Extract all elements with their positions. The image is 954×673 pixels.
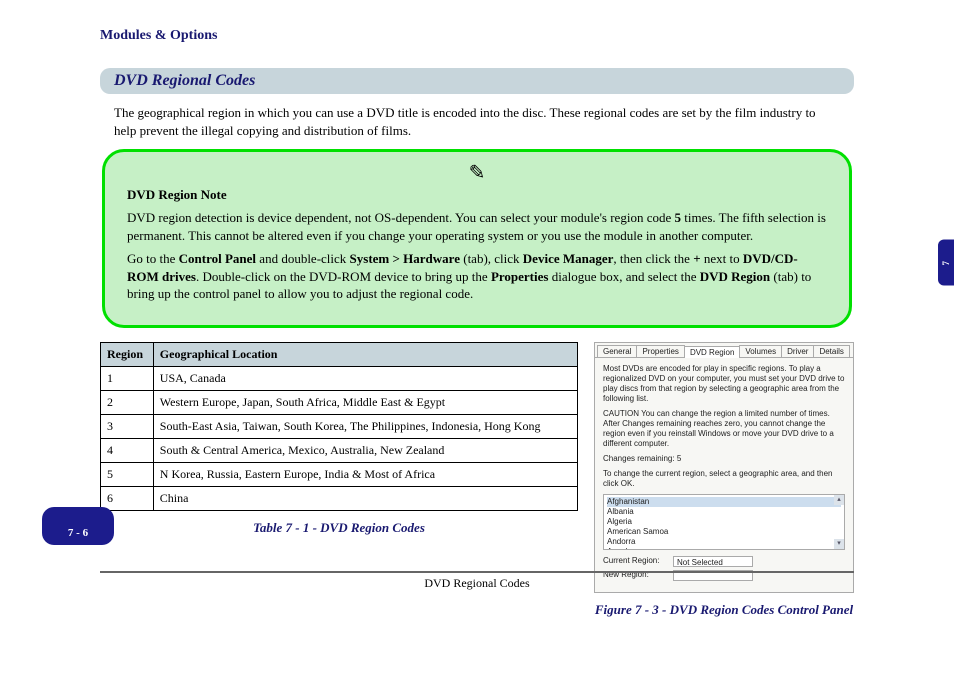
table-cell: 1	[101, 366, 154, 390]
note-paragraph-2: Go to the Control Panel and double-click…	[127, 250, 827, 303]
table-row: 4South & Central America, Mexico, Austra…	[101, 438, 578, 462]
current-region-label: Current Region:	[603, 556, 673, 566]
footer-text: DVD Regional Codes	[0, 576, 954, 591]
list-item[interactable]: American Samoa	[607, 527, 841, 537]
table-row: 2Western Europe, Japan, South Africa, Mi…	[101, 390, 578, 414]
table-row: 5N Korea, Russia, Eastern Europe, India …	[101, 462, 578, 486]
list-item[interactable]: Algeria	[607, 517, 841, 527]
dialog-tab[interactable]: Details	[813, 345, 849, 357]
footer-divider	[100, 571, 854, 573]
dialog-paragraph-1: Most DVDs are encoded for play in specif…	[603, 364, 845, 404]
table-row: 1USA, Canada	[101, 366, 578, 390]
current-region-field: Not Selected	[673, 556, 753, 567]
table-row: 6China	[101, 486, 578, 510]
table-row: 3South-East Asia, Taiwan, South Korea, T…	[101, 414, 578, 438]
dialog-tab[interactable]: Properties	[636, 345, 684, 357]
table-cell: N Korea, Russia, Eastern Europe, India &…	[153, 462, 577, 486]
table-header-row: Region Geographical Location	[101, 342, 578, 366]
table-cell: 5	[101, 462, 154, 486]
note-heading: DVD Region Note	[127, 187, 827, 203]
chapter-side-tab: 7	[938, 240, 954, 286]
dialog-tab[interactable]: Volumes	[739, 345, 782, 357]
list-item[interactable]: Afghanistan	[607, 497, 841, 507]
table-cell: South-East Asia, Taiwan, South Korea, Th…	[153, 414, 577, 438]
breadcrumb: Modules & Options	[100, 28, 854, 44]
table-cell: South & Central America, Mexico, Austral…	[153, 438, 577, 462]
table-caption: Table 7 - 1 - DVD Region Codes	[114, 519, 564, 537]
region-table: Region Geographical Location 1USA, Canad…	[100, 342, 578, 511]
dvd-region-dialog: GeneralPropertiesDVD RegionVolumesDriver…	[594, 342, 854, 593]
list-item[interactable]: Andorra	[607, 537, 841, 547]
scroll-down-icon[interactable]: ▾	[834, 539, 844, 549]
note-box: ✎ DVD Region Note DVD region detection i…	[102, 149, 852, 328]
table-cell: USA, Canada	[153, 366, 577, 390]
pencil-icon: ✎	[469, 162, 486, 184]
dialog-caution: CAUTION You can change the region a limi…	[603, 409, 845, 449]
intro-paragraph: The geographical region in which you can…	[114, 104, 840, 139]
dialog-tab[interactable]: DVD Region	[684, 346, 740, 358]
table-cell: China	[153, 486, 577, 510]
list-item[interactable]: Albania	[607, 507, 841, 517]
table-cell: 3	[101, 414, 154, 438]
region-listbox[interactable]: ▴ AfghanistanAlbaniaAlgeriaAmerican Samo…	[603, 494, 845, 550]
dialog-tab[interactable]: General	[597, 345, 637, 357]
dialog-changes-remaining: Changes remaining: 5	[603, 454, 845, 464]
table-header-region: Region	[101, 342, 154, 366]
dialog-instruction: To change the current region, select a g…	[603, 469, 845, 489]
page-number-badge: 7 - 6	[42, 507, 114, 545]
list-item[interactable]: Angola	[607, 547, 841, 550]
note-paragraph-1: DVD region detection is device dependent…	[127, 209, 827, 244]
dialog-tabs: GeneralPropertiesDVD RegionVolumesDriver…	[595, 343, 853, 358]
dialog-tab[interactable]: Driver	[781, 345, 814, 357]
table-header-location: Geographical Location	[153, 342, 577, 366]
section-title-bar: DVD Regional Codes	[100, 68, 854, 94]
table-cell: Western Europe, Japan, South Africa, Mid…	[153, 390, 577, 414]
table-cell: 2	[101, 390, 154, 414]
figure-caption: Figure 7 - 3 - DVD Region Codes Control …	[594, 601, 854, 619]
table-cell: 4	[101, 438, 154, 462]
scroll-up-icon[interactable]: ▴	[834, 495, 844, 505]
